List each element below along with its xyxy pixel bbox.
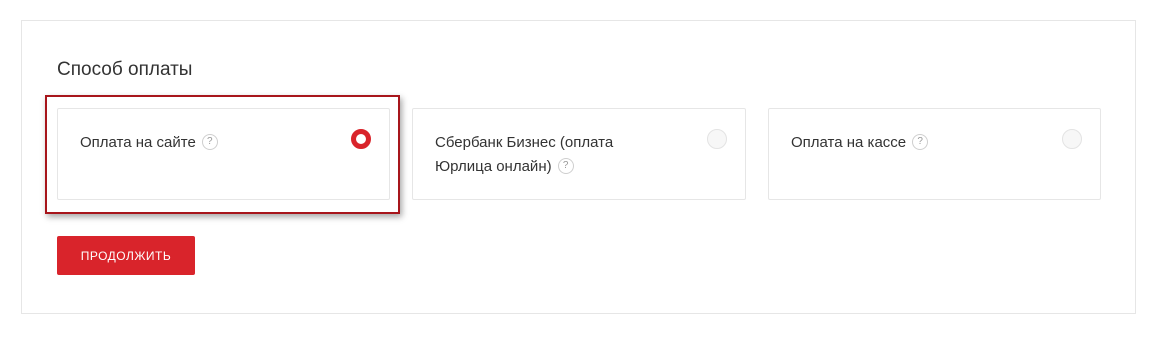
- payment-option-text: Оплата на сайте: [80, 134, 196, 151]
- payment-option-label: Оплата на кассе?: [791, 131, 1011, 155]
- payment-option-text: Оплата на кассе: [791, 134, 907, 151]
- page-title: Способ оплаты: [57, 59, 193, 80]
- radio-unselected-icon[interactable]: [707, 129, 727, 149]
- payment-option-label: Сбербанк Бизнес (оплата Юрлица онлайн)?: [435, 131, 655, 179]
- payment-option-online[interactable]: Оплата на сайте?: [57, 108, 390, 200]
- continue-button[interactable]: ПРОДОЛЖИТЬ: [57, 236, 195, 275]
- radio-unselected-icon[interactable]: [1062, 129, 1082, 149]
- help-icon[interactable]: ?: [912, 134, 929, 151]
- payment-option-cashier[interactable]: Оплата на кассе?: [768, 108, 1101, 200]
- radio-selected-icon[interactable]: [351, 129, 371, 149]
- help-icon[interactable]: ?: [557, 158, 574, 175]
- payment-option-sberbank-business[interactable]: Сбербанк Бизнес (оплата Юрлица онлайн)?: [412, 108, 746, 200]
- help-icon[interactable]: ?: [201, 134, 218, 151]
- payment-option-text: Сбербанк Бизнес (оплата Юрлица онлайн): [435, 134, 614, 175]
- payment-option-label: Оплата на сайте?: [80, 131, 300, 155]
